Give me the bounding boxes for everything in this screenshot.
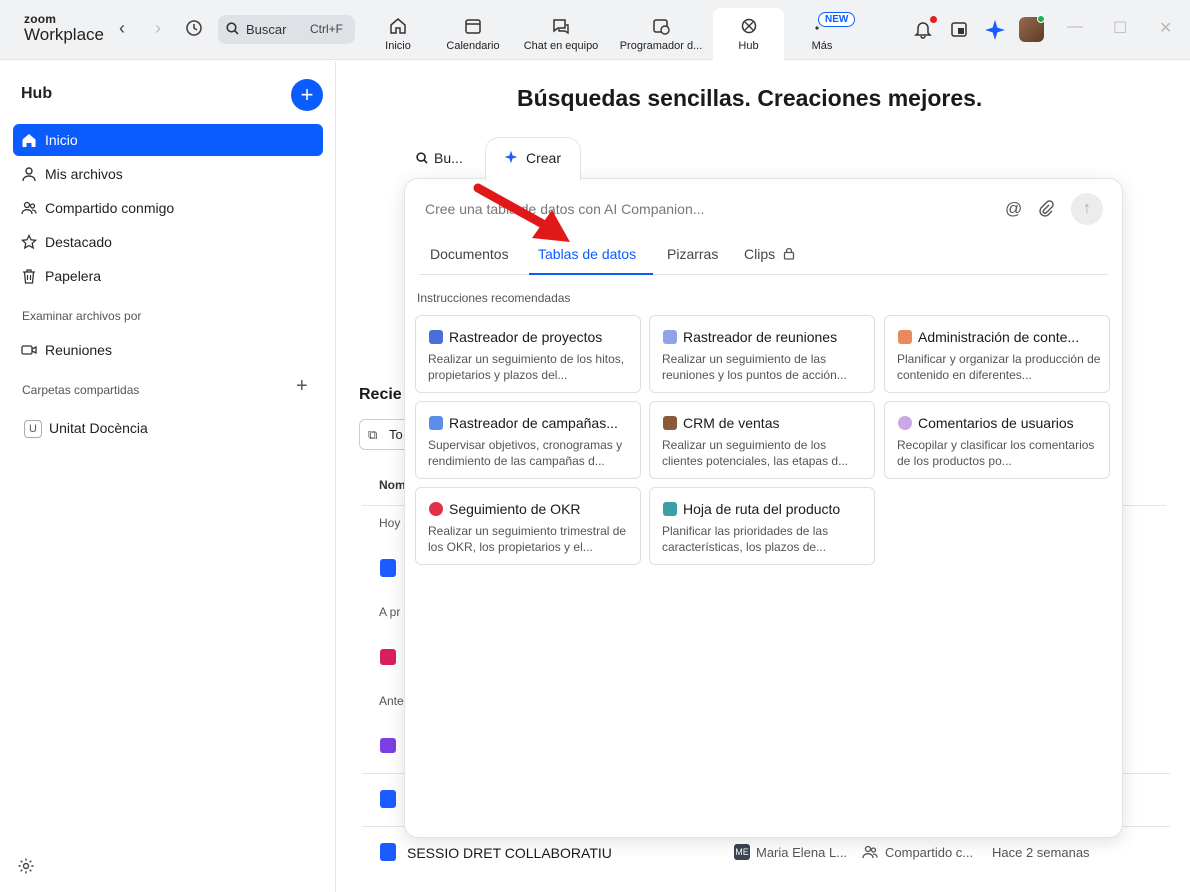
mode-tab-search[interactable]: Bu... <box>416 150 463 167</box>
table-file-icon <box>380 843 396 861</box>
calendar-widget-icon[interactable] <box>947 19 971 43</box>
briefcase-icon <box>663 416 677 430</box>
ai-companion-icon[interactable] <box>983 19 1007 43</box>
group-label: A pr <box>379 605 401 619</box>
copy-icon: ⧉ <box>368 427 378 442</box>
prompt-tile[interactable]: Administración de conte... Planificar y … <box>884 315 1110 393</box>
attach-icon[interactable] <box>1037 200 1055 223</box>
search-icon <box>416 151 428 167</box>
shared-folders-label: Carpetas compartidas <box>22 383 140 397</box>
whiteboard-file-icon <box>380 738 396 753</box>
people-icon <box>21 200 37 216</box>
speech-icon <box>898 416 912 430</box>
group-label: Hoy <box>379 516 401 530</box>
minimize-icon[interactable]: — <box>1067 18 1083 36</box>
new-badge: NEW <box>818 12 856 27</box>
search-icon <box>226 22 239 38</box>
file-name: SESSIO DRET COLLABORATIU <box>407 845 612 861</box>
sidebar-item-compartido[interactable]: Compartido conmigo <box>13 192 323 224</box>
annotation-arrow-icon <box>473 183 570 242</box>
clip-file-icon <box>380 649 396 665</box>
history-icon[interactable] <box>184 19 204 42</box>
calendar-icon <box>663 330 677 344</box>
star-icon <box>20 233 38 250</box>
browse-section-label: Examinar archivos por <box>22 309 142 323</box>
tab-calendario[interactable]: Calendario <box>438 8 508 60</box>
home-icon <box>370 16 426 40</box>
file-time: Hace 2 semanas <box>992 845 1090 860</box>
lock-icon <box>783 247 795 263</box>
sidebar-item-destacado[interactable]: Destacado <box>13 226 323 258</box>
target-icon <box>429 502 443 516</box>
owner-avatar: ME <box>734 844 750 860</box>
column-name: Nom <box>379 478 406 492</box>
zoom-logo: zoom Workplace <box>24 12 104 44</box>
map-icon <box>663 502 677 516</box>
recent-heading: Recie <box>359 386 402 403</box>
sidebar-item-mis-archivos[interactable]: Mis archivos <box>13 158 323 190</box>
tab-inicio[interactable]: Inicio <box>370 8 426 60</box>
trash-icon <box>21 268 37 284</box>
search-input[interactable]: Buscar Ctrl+F <box>218 15 355 44</box>
add-folder-icon[interactable]: + <box>296 375 308 398</box>
maximize-icon[interactable]: ☐ <box>1113 18 1127 38</box>
settings-gear-icon[interactable] <box>17 857 35 880</box>
prompt-tile[interactable]: Rastreador de proyectos Realizar un segu… <box>415 315 641 393</box>
sparkle-icon <box>504 150 518 169</box>
sidebar-item-reuniones[interactable]: Reuniones <box>13 334 323 366</box>
sidebar-item-papelera[interactable]: Papelera <box>13 260 323 292</box>
mention-icon[interactable]: @ <box>1005 199 1022 219</box>
back-icon[interactable]: ‹ <box>112 18 132 39</box>
tab-pizarras[interactable]: Pizarras <box>667 246 718 262</box>
chat-icon <box>518 16 604 40</box>
person-icon <box>21 166 37 182</box>
tab-chat[interactable]: Chat en equipo <box>518 8 604 60</box>
create-button[interactable]: + <box>291 79 323 111</box>
page-headline: Búsquedas sencillas. Creaciones mejores. <box>517 85 983 111</box>
sidebar-title: Hub <box>21 85 53 102</box>
tab-hub[interactable]: Hub <box>713 8 784 61</box>
people-icon <box>862 844 878 865</box>
presence-dot <box>1037 15 1045 23</box>
tab-clips[interactable]: Clips <box>744 246 795 263</box>
prompt-tile[interactable]: Comentarios de usuarios Recopilar y clas… <box>884 401 1110 479</box>
doc-file-icon <box>380 559 396 577</box>
active-tab-indicator <box>529 273 653 275</box>
shared-folder-item[interactable]: Unitat Docència <box>49 420 148 436</box>
trend-icon <box>429 416 443 430</box>
create-panel: Cree una tabla de datos con AI Companion… <box>404 178 1123 838</box>
group-label: Ante <box>379 694 404 708</box>
hub-icon <box>713 16 784 40</box>
file-owner: Maria Elena L... <box>756 845 848 860</box>
sidebar: Hub + Inicio Mis archivos Compartido con… <box>0 61 336 892</box>
calendar-icon <box>438 16 508 40</box>
memo-icon <box>898 330 912 344</box>
notification-dot <box>930 16 937 23</box>
mode-tab-create[interactable]: Crear <box>485 137 581 181</box>
chart-icon <box>429 330 443 344</box>
folder-badge: U <box>24 420 42 438</box>
recommended-label: Instrucciones recomendadas <box>417 291 571 305</box>
prompt-tile[interactable]: Hoja de ruta del producto Planificar las… <box>649 487 875 565</box>
home-icon <box>21 132 37 148</box>
prompt-tile[interactable]: CRM de ventas Realizar un seguimiento de… <box>649 401 875 479</box>
sidebar-item-inicio[interactable]: Inicio <box>13 124 323 156</box>
prompt-tile[interactable]: Seguimiento de OKR Realizar un seguimien… <box>415 487 641 565</box>
tabs-divider <box>419 274 1108 275</box>
send-button[interactable]: ↑ <box>1071 193 1103 225</box>
doc-file-icon <box>380 790 396 808</box>
video-icon <box>21 342 37 358</box>
prompt-tile[interactable]: Rastreador de campañas... Supervisar obj… <box>415 401 641 479</box>
close-icon[interactable]: ✕ <box>1159 18 1172 38</box>
tab-programador[interactable]: Programador d... <box>614 8 708 60</box>
forward-icon[interactable]: › <box>148 18 168 39</box>
top-bar: zoom Workplace ‹ › Buscar Ctrl+F Inicio … <box>0 0 1190 61</box>
prompt-tile[interactable]: Rastreador de reuniones Realizar un segu… <box>649 315 875 393</box>
file-shared: Compartido c... <box>885 845 974 860</box>
scheduler-icon <box>614 16 708 40</box>
